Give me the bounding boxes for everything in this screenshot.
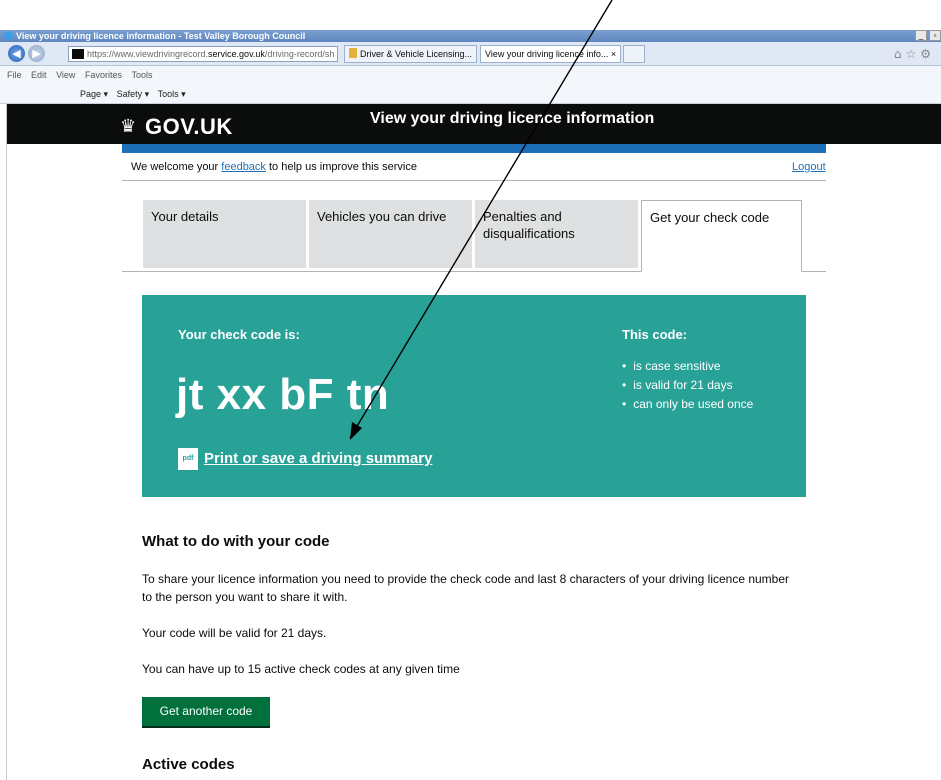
feedback-text: We welcome your	[131, 161, 222, 173]
tab-vehicles[interactable]: Vehicles you can drive	[309, 200, 472, 268]
logout-link[interactable]: Logout	[792, 160, 826, 174]
tab-label: Penalties and disqualifications	[483, 209, 575, 241]
divider	[122, 180, 826, 181]
minimize-icon[interactable]: _	[915, 30, 927, 41]
list-item: is valid for 21 days	[622, 376, 753, 395]
section-tabs: Your details Vehicles you can drive Pena…	[122, 200, 826, 272]
address-bar[interactable]: https://www.viewdrivingrecord.service.go…	[68, 46, 338, 62]
menu-tools[interactable]: Tools	[131, 70, 152, 80]
what-to-do-heading: What to do with your code	[142, 533, 330, 550]
browser-tab-active[interactable]: View your driving licence info... ×	[480, 45, 622, 63]
site-icon	[72, 49, 84, 59]
limit-text: You can have up to 15 active check codes…	[142, 662, 460, 676]
list-item: is case sensitive	[622, 357, 753, 376]
cmd-page[interactable]: Page ▾	[80, 89, 108, 99]
feedback-banner: We welcome your feedback to help us impr…	[131, 160, 417, 174]
new-tab-button[interactable]	[623, 45, 645, 63]
browser-tab-dvla[interactable]: Driver & Vehicle Licensing...	[344, 45, 478, 63]
ie-icon	[4, 31, 13, 40]
check-code-value: jt xx bF tn	[176, 370, 390, 419]
address-path: /driving-record/sh	[264, 49, 335, 59]
browser-title-bar: View your driving licence information - …	[0, 30, 941, 42]
cmd-safety[interactable]: Safety ▾	[117, 89, 150, 99]
check-code-label: Your check code is:	[178, 327, 300, 342]
tab-penalties[interactable]: Penalties and disqualifications	[475, 200, 638, 268]
feedback-link[interactable]: feedback	[221, 161, 266, 173]
govuk-logo[interactable]: GOV.UK	[145, 114, 233, 140]
address-domain: service.gov.uk	[208, 49, 265, 59]
menu-favorites[interactable]: Favorites	[85, 70, 122, 80]
address-bar-row: ◀ ▶ https://www.viewdrivingrecord.servic…	[0, 42, 941, 66]
tab-label: Get your check code	[650, 210, 770, 225]
lock-icon	[349, 48, 357, 58]
menu-file[interactable]: File	[7, 70, 22, 80]
menu-edit[interactable]: Edit	[31, 70, 47, 80]
menu-view[interactable]: View	[56, 70, 75, 80]
service-name: View your driving licence information	[370, 110, 655, 127]
print-summary-link[interactable]: Print or save a driving summary	[204, 449, 432, 469]
this-code-label: This code:	[622, 327, 688, 342]
header-blue-bar	[122, 144, 826, 153]
browser-tab-label: Driver & Vehicle Licensing...	[360, 49, 473, 59]
toolbar-icons[interactable]: ⌂☆⚙	[894, 47, 935, 61]
browser-tab-label: View your driving licence info... ×	[485, 49, 617, 59]
address-prefix: https://www.viewdrivingrecord.	[87, 49, 209, 59]
check-code-panel: Your check code is: jt xx bF tn pdf Prin…	[142, 295, 806, 497]
active-codes-heading: Active codes	[142, 756, 235, 773]
feedback-text-after: to help us improve this service	[265, 161, 417, 173]
back-icon[interactable]: ◀	[8, 45, 25, 62]
command-bar: Page ▾ Safety ▾ Tools ▾	[0, 85, 941, 104]
window-controls: _ ▫	[915, 30, 941, 42]
code-rules-list: is case sensitive is valid for 21 days c…	[622, 357, 753, 414]
crown-icon: ♛	[120, 116, 137, 137]
window-title-text: View your driving licence information - …	[16, 31, 306, 41]
get-another-code-button[interactable]: Get another code	[142, 697, 270, 726]
govuk-header: ♛ GOV.UK View your driving licence infor…	[7, 104, 941, 144]
list-item: can only be used once	[622, 395, 753, 414]
left-frame	[0, 104, 7, 780]
instructions-text: To share your licence information you ne…	[142, 572, 790, 604]
cmd-tools[interactable]: Tools ▾	[158, 89, 186, 99]
tab-label: Your details	[151, 209, 219, 224]
forward-icon[interactable]: ▶	[28, 45, 45, 62]
restore-icon[interactable]: ▫	[929, 30, 941, 41]
validity-text: Your code will be valid for 21 days.	[142, 626, 327, 640]
menu-bar: File Edit View Favorites Tools	[0, 66, 941, 85]
tab-check-code[interactable]: Get your check code	[641, 200, 802, 272]
tab-label: Vehicles you can drive	[317, 209, 447, 224]
pdf-icon: pdf	[178, 448, 198, 470]
tab-your-details[interactable]: Your details	[143, 200, 306, 268]
window-title: View your driving licence information - …	[4, 30, 305, 42]
